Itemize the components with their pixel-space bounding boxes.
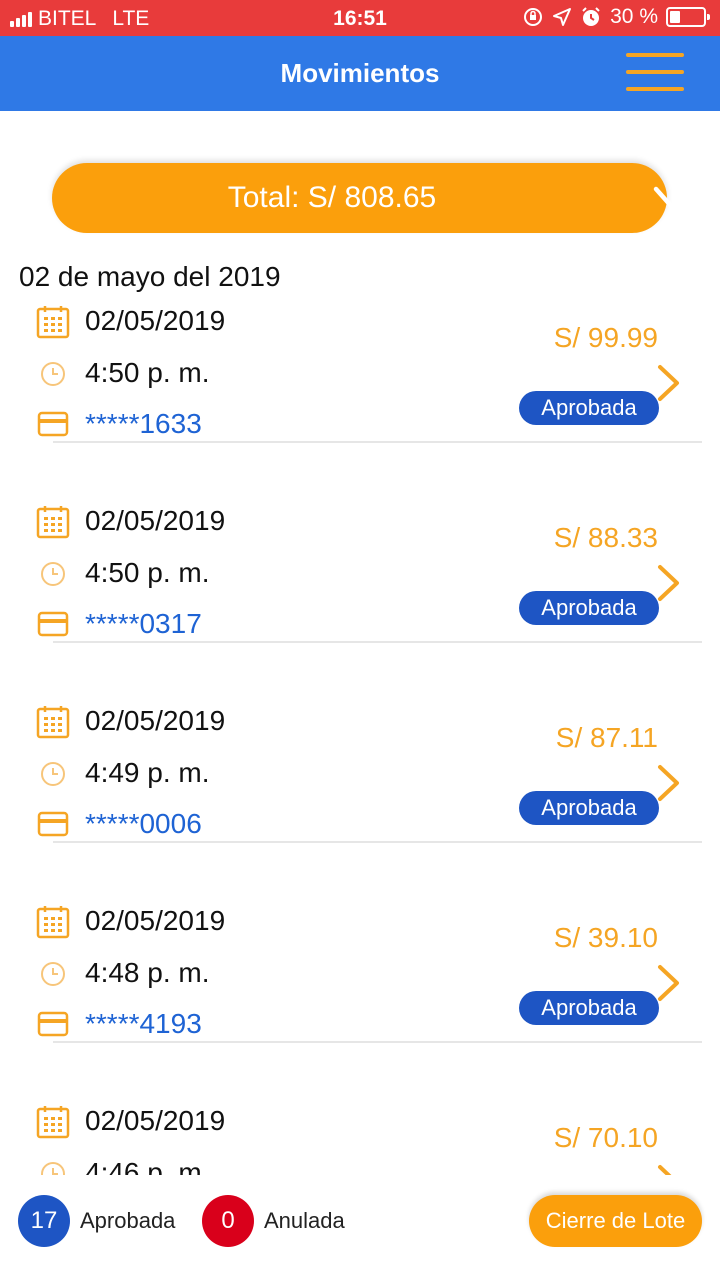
card-number: *****1633 [85, 408, 202, 439]
chevron-right-icon[interactable] [655, 363, 683, 403]
transaction-time: 4:48 p. m. [85, 957, 210, 988]
chevron-right-icon[interactable] [655, 563, 683, 603]
credit-card-icon [37, 611, 69, 637]
rotation-lock-icon [524, 8, 543, 26]
close-batch-button[interactable]: Cierre de Lote [529, 1195, 702, 1247]
transaction-item[interactable]: 02/05/2019 4:50 p. m. *****0317 S/ 88.33… [0, 505, 720, 705]
credit-card-icon [37, 1011, 69, 1037]
approved-label: Aprobada [80, 1208, 176, 1233]
transaction-date: 02/05/2019 [85, 505, 226, 536]
calendar-icon [36, 506, 70, 539]
menu-icon[interactable] [626, 51, 686, 95]
approved-count-badge: 17 [18, 1195, 70, 1247]
nav-bar: Movimientos [0, 36, 720, 111]
transaction-amount: S/ 99.99 [553, 322, 658, 353]
status-badge: Aprobada [519, 591, 659, 625]
voided-label: Anulada [264, 1208, 345, 1233]
clock-icon [41, 962, 65, 986]
battery-percent: 30 % [610, 5, 658, 28]
clock-icon [41, 1162, 65, 1175]
status-badge: Aprobada [519, 991, 659, 1025]
transaction-item[interactable]: 02/05/2019 4:46 p. m. S/ 70.10 [0, 1105, 720, 1175]
page-title: Movimientos [280, 58, 440, 88]
transaction-time: 4:49 p. m. [85, 757, 210, 788]
calendar-icon [36, 1106, 70, 1139]
transaction-amount: S/ 87.11 [555, 722, 658, 753]
transaction-date: 02/05/2019 [85, 1105, 226, 1136]
transaction-date: 02/05/2019 [85, 705, 226, 736]
transaction-date: 02/05/2019 [85, 305, 226, 336]
total-label: Total: S/ 808.65 [227, 181, 437, 214]
divider [53, 441, 702, 443]
clock-icon [41, 762, 65, 786]
transaction-time: 4:46 p. m. [85, 1157, 210, 1175]
transaction-time: 4:50 p. m. [85, 557, 210, 588]
chevron-right-icon[interactable] [655, 763, 683, 803]
battery-icon [666, 7, 710, 27]
transaction-date: 02/05/2019 [85, 905, 226, 936]
chevron-right-icon[interactable] [655, 1163, 683, 1175]
calendar-icon [36, 906, 70, 939]
alarm-icon [582, 7, 600, 26]
clock-icon [41, 562, 65, 586]
status-badge: Aprobada [519, 391, 659, 425]
clock-icon [41, 362, 65, 386]
divider [53, 641, 702, 643]
transaction-item[interactable]: 02/05/2019 4:49 p. m. *****0006 S/ 87.11… [0, 705, 720, 905]
calendar-icon [36, 706, 70, 739]
status-badge: Aprobada [519, 791, 659, 825]
transaction-time: 4:50 p. m. [85, 357, 210, 388]
divider [53, 1041, 702, 1043]
chevron-down-icon [653, 186, 691, 210]
transaction-item[interactable]: 02/05/2019 4:48 p. m. *****4193 S/ 39.10… [0, 905, 720, 1105]
card-number: *****0006 [85, 808, 202, 839]
card-number: *****0317 [85, 608, 202, 639]
calendar-icon [36, 306, 70, 339]
credit-card-icon [37, 411, 69, 437]
transaction-amount: S/ 39.10 [553, 922, 658, 953]
credit-card-icon [37, 811, 69, 837]
date-group-header: 02 de mayo del 2019 [19, 261, 281, 292]
footer-bar: 17 Aprobada 0 Anulada Cierre de Lote [0, 1175, 720, 1280]
card-number: *****4193 [85, 1008, 202, 1039]
chevron-right-icon[interactable] [655, 963, 683, 1003]
transaction-list[interactable]: 02 de mayo del 2019 02/05/2019 4:50 p. m… [0, 255, 720, 1175]
location-icon [553, 8, 572, 26]
voided-count-badge: 0 [202, 1195, 254, 1247]
status-bar: BITEL LTE 16:51 30 % [0, 0, 720, 36]
total-button[interactable]: Total: S/ 808.65 [52, 163, 691, 233]
status-right: 30 % [522, 5, 710, 29]
transaction-amount: S/ 70.10 [553, 1122, 658, 1153]
divider [53, 841, 702, 843]
transaction-amount: S/ 88.33 [553, 522, 658, 553]
transaction-item[interactable]: 02/05/2019 4:50 p. m. *****1633 S/ 99.99… [0, 305, 720, 505]
